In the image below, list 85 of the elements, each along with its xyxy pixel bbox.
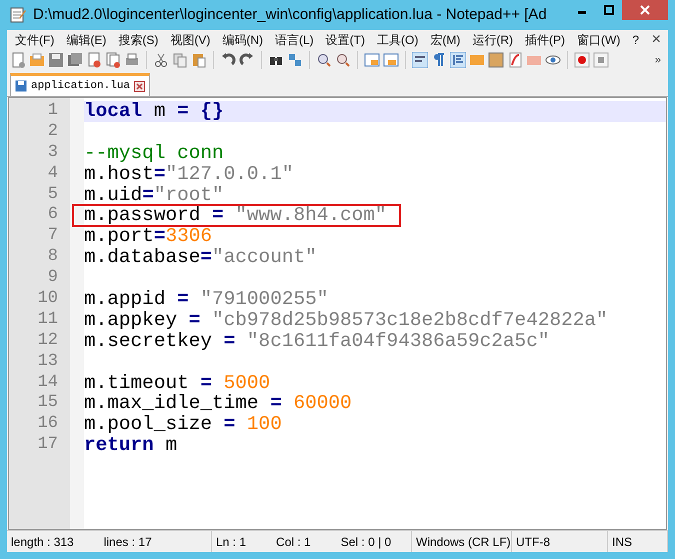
status-text: Windows (CR LF) [416, 534, 511, 550]
code-line: m.appkey = "cb978d25b98573c18e2b8cdf7e42822a" [84, 310, 608, 331]
code-line: m.max_idle_time = 60000 [84, 393, 352, 414]
line-number: 2 [46, 122, 59, 143]
menu-item[interactable]: 编辑(E) [61, 30, 112, 48]
line-number: 1 [46, 101, 59, 122]
printer-icon[interactable] [124, 52, 140, 68]
line-number: 17 [36, 435, 59, 456]
code-line: m.appid = "791000255" [84, 289, 328, 310]
maximize-icon [604, 5, 614, 15]
status-text: Col : 1 [276, 534, 311, 550]
menu-item[interactable]: 插件(P) [520, 30, 570, 48]
code-line: m.password = "www.8h4.com" [84, 205, 387, 226]
line-number: 10 [36, 289, 59, 310]
code-line: local m = {} [84, 101, 224, 122]
line-number: 9 [46, 268, 59, 290]
status-text: length : 313 [11, 534, 74, 550]
code-line: m.port=3306 [84, 226, 212, 248]
code-line: --mysql conn [84, 142, 224, 164]
line-number: 3 [46, 142, 59, 164]
line-number: 15 [36, 393, 59, 414]
line-number: 12 [36, 330, 59, 352]
menu-item[interactable]: 运行(R) [467, 30, 518, 48]
record-icon[interactable] [574, 52, 590, 68]
wrap-icon[interactable] [412, 52, 428, 68]
status-text: UTF-8 [516, 534, 550, 550]
close-document-button[interactable]: × [648, 28, 665, 52]
indent-guide-icon[interactable] [450, 52, 466, 68]
close-icon [640, 5, 650, 15]
code-line: m.uid="root" [84, 184, 224, 206]
close-button[interactable] [622, 0, 668, 20]
window-title: D:\mud2.0\logincenter\logincenter_win\config\application.lua - Notepad++ [Ad [33, 4, 548, 25]
zoom-out-icon[interactable] [335, 52, 351, 68]
menu-item[interactable]: 设置(T) [320, 30, 370, 48]
menu-item[interactable]: 搜索(S) [113, 30, 164, 48]
save-icon [15, 80, 27, 92]
menu-item[interactable]: 窗口(W) [572, 30, 626, 48]
file-tab[interactable]: application.lua [10, 73, 150, 96]
status-text: lines : 17 [104, 534, 152, 550]
status-text: Sel : 0 | 0 [340, 534, 392, 550]
copy-icon[interactable] [172, 52, 188, 68]
line-number: 13 [36, 352, 59, 373]
code-line: m.pool_size = 100 [84, 414, 282, 436]
close-icon[interactable] [134, 80, 146, 92]
redo-icon[interactable] [239, 52, 255, 68]
zoom-in-icon[interactable] [316, 52, 332, 68]
menu-item[interactable]: 语言(L) [270, 30, 319, 48]
menu-item[interactable]: 宏(M) [425, 30, 466, 48]
menu-item[interactable]: 工具(O) [372, 30, 424, 48]
close-all-icon[interactable] [105, 52, 121, 68]
new-file-icon[interactable] [10, 52, 26, 68]
save-icon[interactable] [48, 52, 64, 68]
line-number: 14 [36, 372, 59, 394]
status-text: INS [612, 534, 632, 550]
stop-icon[interactable] [593, 52, 609, 68]
menu-item[interactable]: 视图(V) [165, 30, 216, 48]
window-lock-icon[interactable] [383, 52, 399, 68]
line-number: 5 [46, 184, 59, 206]
line-number: 7 [46, 226, 59, 248]
code-line: m.timeout = 5000 [84, 372, 270, 394]
code-line: m.secretkey = "8c1611fa04f94386a59c2a5c" [84, 330, 550, 352]
scissors-icon[interactable] [153, 52, 169, 68]
toolbar-overflow-button[interactable]: » [650, 52, 665, 68]
open-folder-icon[interactable] [29, 52, 45, 68]
code-line: m.host="127.0.0.1" [84, 164, 294, 185]
menu-item[interactable]: 编码(N) [217, 30, 268, 48]
notepad-icon [9, 6, 27, 24]
code-line: m.database="account" [84, 247, 317, 268]
menu-item[interactable]: 文件(F) [10, 30, 60, 48]
status-text: Ln : 1 [216, 534, 246, 550]
line-number: 8 [46, 247, 59, 268]
tab-label: application.lua [31, 78, 130, 94]
clipboard-icon[interactable] [191, 52, 207, 68]
function-icon[interactable] [507, 52, 523, 68]
pilcrow-icon[interactable] [431, 52, 447, 68]
line-number: 6 [46, 205, 59, 226]
code-line: return m [84, 435, 178, 456]
save-all-icon[interactable] [67, 52, 83, 68]
line-number: 4 [46, 164, 59, 185]
undo-icon[interactable] [220, 52, 236, 68]
close-file-icon[interactable] [86, 52, 102, 68]
menu-item[interactable]: ? [627, 30, 644, 48]
line-number: 11 [36, 310, 59, 331]
window-icon[interactable] [364, 52, 380, 68]
line-number: 16 [36, 414, 59, 436]
